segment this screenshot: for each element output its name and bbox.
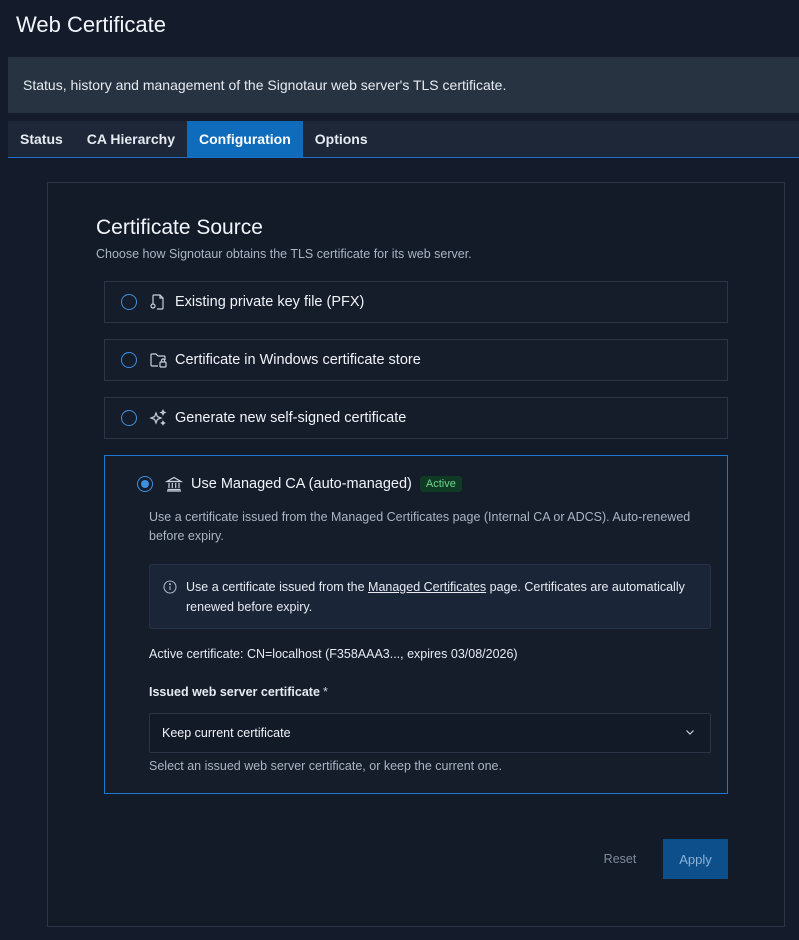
info-text-prefix: Use a certificate issued from the — [186, 580, 369, 594]
configuration-card: Certificate Source Choose how Signotaur … — [47, 182, 785, 927]
option-label: Generate new self-signed certificate — [175, 410, 407, 426]
required-mark: * — [322, 685, 328, 699]
sparkle-icon — [149, 409, 167, 427]
tab-configuration[interactable]: Configuration — [186, 121, 303, 157]
issued-cert-field-label: Issued web server certificate * — [149, 685, 328, 699]
tab-ca-hierarchy[interactable]: CA Hierarchy — [75, 121, 187, 157]
managed-ca-description: Use a certificate issued from the Manage… — [149, 510, 691, 543]
page-description: Status, history and management of the Si… — [23, 77, 507, 93]
issued-cert-select[interactable]: Keep current certificate — [149, 713, 711, 753]
managed-certificates-link[interactable]: Managed Certificates — [368, 580, 486, 594]
option-managed-ca[interactable]: Use Managed CA (auto-managed) Active Use… — [104, 455, 728, 794]
tab-options[interactable]: Options — [303, 121, 380, 157]
option-windows-store[interactable]: Certificate in Windows certificate store — [104, 339, 728, 381]
chevron-down-icon — [684, 726, 696, 741]
page-description-bar: Status, history and management of the Si… — [8, 57, 799, 113]
section-title: Certificate Source — [96, 216, 263, 239]
file-key-icon — [149, 293, 167, 311]
select-value: Keep current certificate — [162, 726, 291, 740]
option-label: Use Managed CA (auto-managed) — [191, 476, 412, 492]
bank-icon — [165, 475, 183, 493]
folder-lock-icon — [149, 351, 167, 369]
status-badge: Active — [419, 476, 462, 492]
option-label: Certificate in Windows certificate store — [175, 352, 421, 368]
info-icon — [163, 580, 177, 594]
tab-status[interactable]: Status — [8, 121, 75, 157]
option-pfx-file[interactable]: Existing private key file (PFX) — [104, 281, 728, 323]
radio-windows-store[interactable] — [121, 352, 137, 368]
option-self-signed[interactable]: Generate new self-signed certificate — [104, 397, 728, 439]
radio-self-signed[interactable] — [121, 410, 137, 426]
field-hint: Select an issued web server certificate,… — [149, 759, 502, 773]
field-label-text: Issued web server certificate — [149, 685, 320, 699]
info-box: Use a certificate issued from the Manage… — [149, 564, 711, 629]
reset-button[interactable]: Reset — [591, 839, 649, 879]
apply-button[interactable]: Apply — [663, 839, 728, 879]
page-title: Web Certificate — [16, 12, 166, 37]
active-certificate-text: Active certificate: CN=localhost (F358AA… — [149, 647, 518, 661]
option-label: Existing private key file (PFX) — [175, 294, 365, 310]
tab-bar: Status CA Hierarchy Configuration Option… — [8, 121, 799, 158]
radio-managed-ca[interactable] — [137, 476, 153, 492]
section-subtitle: Choose how Signotaur obtains the TLS cer… — [96, 247, 472, 261]
radio-pfx-file[interactable] — [121, 294, 137, 310]
